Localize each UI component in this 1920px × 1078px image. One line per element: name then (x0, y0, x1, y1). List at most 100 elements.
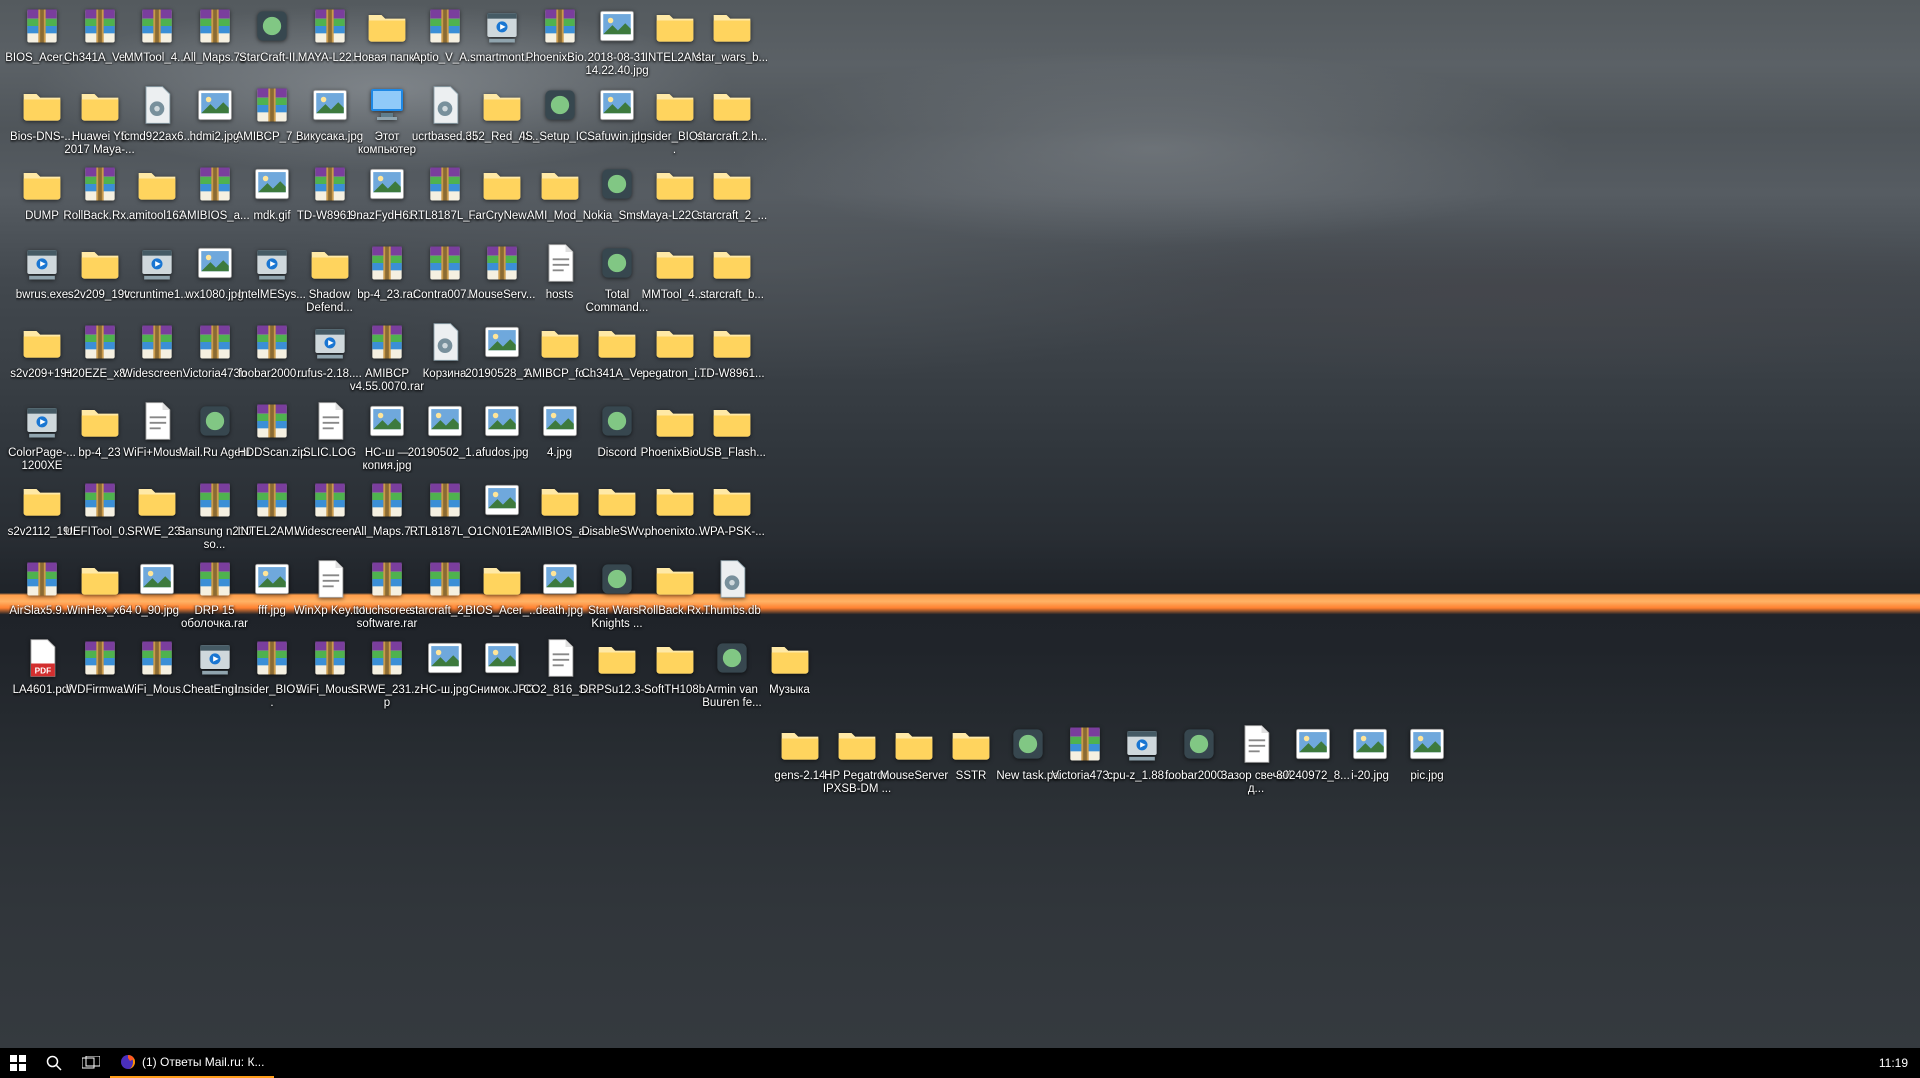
folder-icon (536, 318, 584, 366)
search-icon (46, 1055, 62, 1071)
rar-icon (191, 318, 239, 366)
folder-icon (18, 318, 66, 366)
folder-icon (536, 160, 584, 208)
folder-icon (18, 81, 66, 129)
txt-icon (536, 634, 584, 682)
bin-icon (708, 555, 756, 603)
taskbar-app-title: (1) Ответы Mail.ru: К... (142, 1055, 264, 1069)
desktop-icon[interactable]: USB_Flash... (694, 397, 770, 460)
exe-icon (1118, 720, 1166, 768)
rar-icon (306, 476, 354, 524)
folder-icon (708, 239, 756, 287)
desktop-icon[interactable]: starcraft.2.h... (694, 81, 770, 144)
icon-label: USB_Flash... (698, 447, 766, 460)
folder-icon (708, 476, 756, 524)
app-icon (593, 239, 641, 287)
icon-label: star_wars_b... (696, 52, 768, 65)
desktop-icon[interactable]: WPA-PSK-... (694, 476, 770, 539)
task-view-icon (82, 1056, 100, 1070)
rar-icon (133, 2, 181, 50)
icon-label: starcraft.2.h... (697, 131, 767, 144)
desktop-icon[interactable]: pic.jpg (1389, 720, 1465, 783)
desktop-icon[interactable]: star_wars_b... (694, 2, 770, 65)
taskbar-clock[interactable]: 11:19 (1867, 1056, 1920, 1070)
firefox-icon (120, 1054, 136, 1070)
rar-icon (76, 2, 124, 50)
img-icon (421, 634, 469, 682)
desktop-icon[interactable]: starcraft_b... (694, 239, 770, 302)
icon-label: 4.jpg (547, 447, 572, 460)
icon-label: TD-W8961... (699, 368, 764, 381)
img-icon (363, 397, 411, 445)
icon-label: pic.jpg (1410, 770, 1443, 783)
app-icon (1175, 720, 1223, 768)
rar-icon (248, 81, 296, 129)
rar-icon (363, 318, 411, 366)
rar-icon (133, 634, 181, 682)
rar-icon (421, 555, 469, 603)
img-icon (191, 81, 239, 129)
folder-icon (593, 634, 641, 682)
icon-label: DUMP (25, 210, 59, 223)
folder-icon (76, 239, 124, 287)
folder-icon (133, 476, 181, 524)
icon-label: mdk.gif (253, 210, 290, 223)
folder-icon (708, 160, 756, 208)
desktop-icon[interactable]: TD-W8961... (694, 318, 770, 381)
folder-icon (133, 160, 181, 208)
txt-icon (133, 397, 181, 445)
folder-icon (76, 397, 124, 445)
txt-icon (536, 239, 584, 287)
folder-icon (776, 720, 824, 768)
task-view-button[interactable] (72, 1048, 110, 1078)
pdf-icon (18, 634, 66, 682)
img-icon (248, 160, 296, 208)
folder-icon (708, 397, 756, 445)
rar-icon (76, 634, 124, 682)
icon-label: WPA-PSK-... (699, 526, 765, 539)
rar-icon (421, 2, 469, 50)
folder-icon (18, 160, 66, 208)
exe-icon (18, 239, 66, 287)
img-icon (1346, 720, 1394, 768)
folder-icon (76, 555, 124, 603)
folder-icon (890, 720, 938, 768)
icon-label: hdmi2.jpg (190, 131, 240, 144)
txt-icon (306, 555, 354, 603)
desktop-icon[interactable]: Thumbs.db (694, 555, 770, 618)
bin-icon (421, 318, 469, 366)
search-button[interactable] (36, 1048, 72, 1078)
rar-icon (421, 239, 469, 287)
img-icon (248, 555, 296, 603)
desktop[interactable]: BIOS_Acer_...Ch341A_Ve...MMTool_4....All… (0, 0, 1920, 1048)
img-icon (478, 318, 526, 366)
rar-icon (306, 160, 354, 208)
img-icon (191, 239, 239, 287)
rar-icon (248, 476, 296, 524)
icon-label: Корзина (423, 368, 467, 381)
taskbar-app-firefox[interactable]: (1) Ответы Mail.ru: К... (110, 1048, 274, 1078)
rar-icon (536, 2, 584, 50)
rar-icon (191, 476, 239, 524)
desktop-icon[interactable]: Музыка (752, 634, 828, 697)
folder-icon (478, 160, 526, 208)
folder-icon (76, 81, 124, 129)
folder-icon (651, 2, 699, 50)
folder-icon (478, 555, 526, 603)
img-icon (478, 476, 526, 524)
img-icon (421, 397, 469, 445)
folder-icon (536, 476, 584, 524)
rar-icon (191, 555, 239, 603)
exe-icon (191, 634, 239, 682)
rar-icon (248, 634, 296, 682)
exe-icon (18, 397, 66, 445)
icon-label: SSTR (956, 770, 987, 783)
folder-icon (651, 634, 699, 682)
app-icon (593, 555, 641, 603)
desktop-icon[interactable]: starcraft_2_... (694, 160, 770, 223)
rar-icon (18, 555, 66, 603)
folder-icon (363, 2, 411, 50)
start-button[interactable] (0, 1048, 36, 1078)
rar-icon (248, 397, 296, 445)
rar-icon (191, 160, 239, 208)
